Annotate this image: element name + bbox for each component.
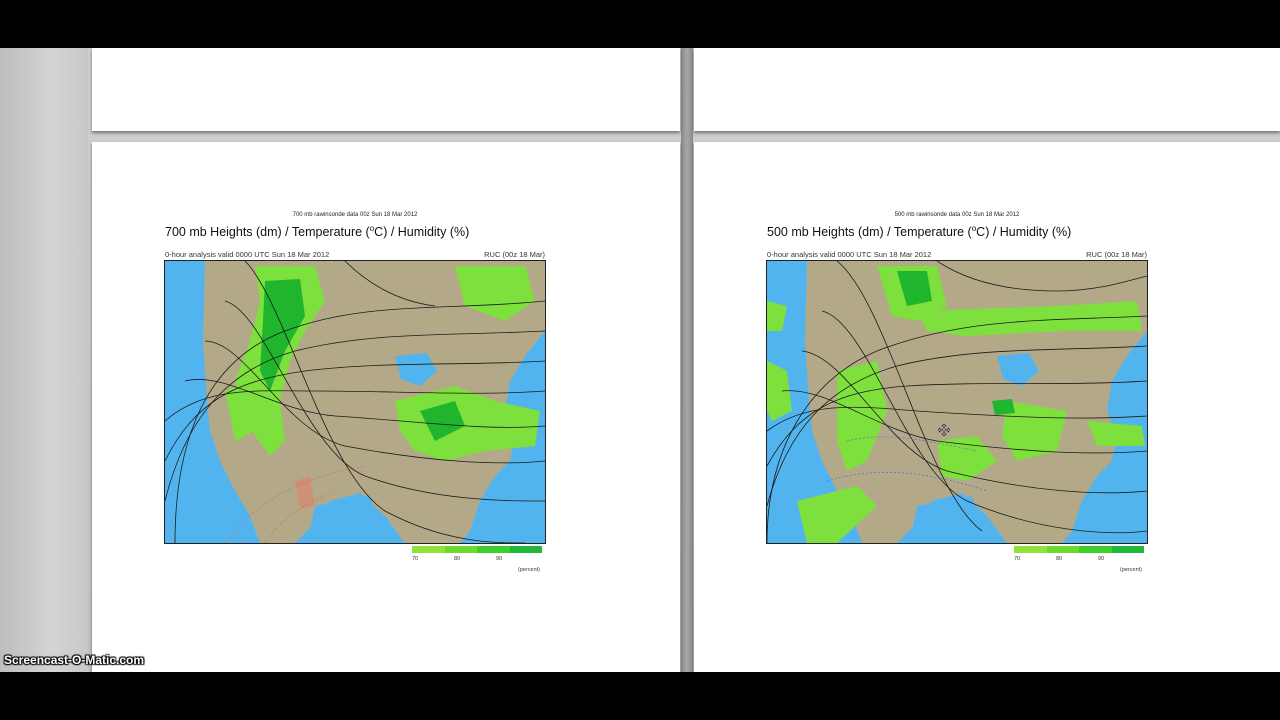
page-thumbnail-top-right[interactable] (694, 48, 1280, 131)
legend-tick: 90 (1098, 556, 1105, 562)
model-label: RUC (00z 18 Mar) (484, 250, 545, 259)
legend-tick: 80 (454, 556, 461, 562)
page-divider (681, 48, 693, 672)
legend-tick: 70 (1014, 556, 1021, 562)
legend-unit: (percent) (518, 567, 541, 573)
viewer-left-margin (0, 48, 88, 672)
page-700mb[interactable]: 700 mb rawinsonde data 00z Sun 18 Mar 20… (92, 142, 680, 672)
top-letterbox (0, 0, 1280, 48)
chart-supertitle: 500 mb rawinsonde data 00z Sun 18 Mar 20… (894, 212, 1020, 218)
legend-tick: 90 (496, 556, 503, 562)
humidity-legend: 70 80 90 (percent) (1014, 546, 1146, 576)
weather-map-700mb (164, 260, 546, 544)
legend-tick: 70 (412, 556, 419, 562)
legend-unit: (percent) (1120, 567, 1143, 573)
page-500mb[interactable]: 500 mb rawinsonde data 00z Sun 18 Mar 20… (694, 142, 1280, 672)
chart-title: 700 mb Heights (dm) / Temperature (oC) /… (165, 224, 470, 240)
legend-color-bar (1014, 546, 1144, 553)
page-thumbnail-top-left[interactable] (92, 48, 680, 131)
document-viewer[interactable]: 700 mb rawinsonde data 00z Sun 18 Mar 20… (0, 48, 1280, 672)
chart-supertitle: 700 mb rawinsonde data 00z Sun 18 Mar 20… (292, 212, 418, 218)
weather-map-500mb (766, 260, 1148, 544)
analysis-valid-time: 0-hour analysis valid 0000 UTC Sun 18 Ma… (165, 250, 330, 259)
chart-title: 500 mb Heights (dm) / Temperature (oC) /… (767, 224, 1072, 240)
legend-tick: 80 (1056, 556, 1063, 562)
legend-color-bar (412, 546, 542, 553)
bottom-letterbox (0, 672, 1280, 720)
analysis-valid-time: 0-hour analysis valid 0000 UTC Sun 18 Ma… (767, 250, 932, 259)
move-cursor-icon (938, 424, 950, 436)
model-label: RUC (00z 18 Mar) (1086, 250, 1147, 259)
recorder-watermark: Screencast-O-Matic.com (4, 653, 145, 667)
humidity-legend: 70 80 90 (percent) (412, 546, 544, 576)
